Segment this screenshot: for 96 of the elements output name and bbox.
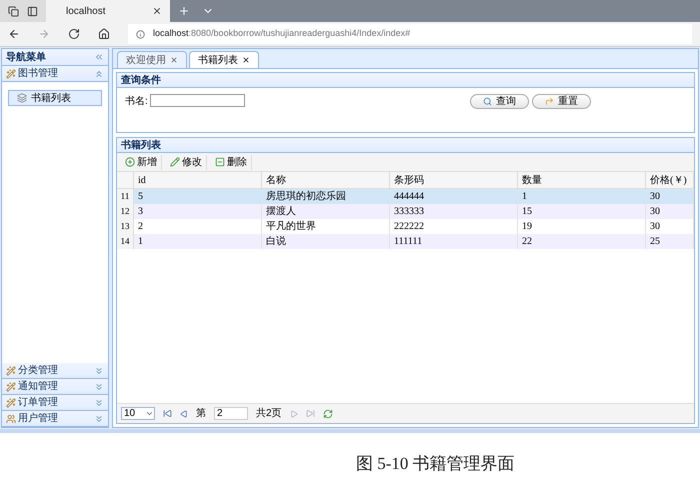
table-row[interactable]: 13 2 平凡的世界 222222 19 30 [117, 219, 694, 234]
expand-icon[interactable] [94, 382, 104, 392]
first-page-icon[interactable] [163, 409, 172, 418]
panel-title: 书籍列表 [121, 138, 161, 152]
page-size-select[interactable]: 10 [121, 407, 155, 420]
toolbar-button[interactable]: 修改 [166, 154, 207, 170]
table-row[interactable]: 12 3 摆渡人 333333 15 30 [117, 204, 694, 219]
table-cell-text: 5 [138, 190, 143, 204]
browser-tab[interactable]: localhost [46, 0, 170, 22]
page-label: 第 [196, 407, 206, 421]
toolbar-button[interactable]: 删除 [211, 154, 252, 170]
column-header[interactable]: id [138, 172, 146, 188]
address-bar[interactable]: localhost:8080/bookborrow/tushujianreaderguashi4/Index/index# [128, 24, 692, 44]
home-icon[interactable] [98, 28, 110, 40]
query-button[interactable]: 查询 [470, 94, 529, 109]
section-title: 分类管理 [18, 366, 59, 376]
table-cell-text: 333333 [394, 205, 424, 219]
table-cell-text: 30 [650, 220, 660, 234]
table-cell-text: 30 [650, 190, 660, 204]
table-cell-text: 111111 [394, 235, 422, 249]
table-cell-text: 3 [138, 205, 143, 219]
refresh-icon[interactable] [68, 28, 80, 40]
column-header[interactable]: 价格(￥) [650, 172, 687, 188]
table-cell-text: 平凡的世界 [266, 220, 316, 234]
section-title: 订单管理 [18, 398, 59, 408]
field-label: 书名: [125, 94, 148, 109]
reset-icon [544, 97, 554, 106]
next-page-icon[interactable] [290, 410, 298, 418]
collapse-icon[interactable] [94, 52, 104, 62]
accordion-header[interactable]: 分类管理 [2, 363, 108, 379]
chevron-down-icon [145, 409, 154, 418]
table-cell-text: 222222 [394, 220, 424, 234]
remove-icon [215, 157, 225, 167]
row-number: 11 [120, 190, 130, 203]
table-cell-text: 2 [138, 220, 143, 234]
figure-caption: 图 5-10 书籍管理界面 [356, 453, 515, 475]
table-row[interactable]: 14 1 白说 111111 22 25 [117, 234, 694, 249]
pencil-icon [170, 157, 180, 167]
collapse-icon[interactable] [94, 68, 104, 78]
wand-icon [6, 68, 16, 78]
column-header[interactable]: 条形码 [394, 172, 424, 188]
accordion-header[interactable]: 通知管理 [2, 379, 108, 395]
section-title: 用户管理 [18, 414, 59, 424]
wand-icon [6, 398, 16, 408]
table-cell-text: 房思琪的初恋乐园 [266, 190, 346, 204]
table-cell-text: 1 [138, 235, 143, 249]
back-icon[interactable] [8, 28, 20, 40]
page-field[interactable]: 2 [214, 407, 248, 420]
sidebar-item[interactable]: 书籍列表 [8, 90, 102, 106]
toolbar-button[interactable]: 新增 [121, 154, 162, 170]
add-icon [125, 157, 135, 167]
info-icon [136, 30, 145, 38]
table-cell-text: 19 [522, 220, 532, 234]
users-icon [6, 414, 16, 424]
table-cell-text: 摆渡人 [266, 204, 296, 219]
search-field[interactable] [150, 94, 245, 107]
table-cell-text: 15 [522, 205, 532, 219]
new-tab-icon[interactable] [178, 5, 190, 17]
table-cell-text: 25 [650, 235, 660, 249]
page-total: 共2页 [256, 406, 282, 421]
table-cell-text: 1 [522, 190, 527, 204]
tab[interactable]: 书籍列表 [189, 51, 259, 68]
panel-title: 查询条件 [121, 74, 161, 88]
row-number: 13 [120, 220, 130, 233]
wand-icon [6, 382, 16, 392]
forward-icon[interactable] [38, 28, 50, 40]
close-icon[interactable] [170, 56, 178, 64]
close-icon[interactable] [242, 56, 250, 64]
last-page-icon[interactable] [306, 409, 315, 418]
wand-icon [6, 366, 16, 376]
table-row[interactable]: 11 5 房思琪的初恋乐园 444444 1 30 [117, 189, 694, 204]
table-cell-text: 30 [650, 205, 660, 219]
expand-icon[interactable] [94, 398, 104, 408]
section-title: 通知管理 [18, 382, 59, 392]
list-icon [17, 93, 27, 103]
previous-page-icon[interactable] [180, 410, 188, 418]
table-cell-text: 444444 [394, 190, 424, 204]
table-cell-text: 22 [522, 235, 532, 249]
accordion-header[interactable]: 订单管理 [2, 395, 108, 411]
row-number: 12 [120, 204, 130, 218]
search-icon [482, 97, 492, 106]
column-header[interactable]: 数量 [522, 172, 542, 188]
expand-icon[interactable] [94, 366, 104, 376]
row-number: 14 [120, 234, 130, 248]
tabs-icon[interactable] [8, 6, 19, 16]
accordion-header[interactable]: 图书管理 [2, 66, 108, 82]
table-cell-text: 白说 [266, 235, 286, 249]
query-button[interactable]: 重置 [532, 94, 591, 109]
tab[interactable]: 欢迎使用 [117, 51, 187, 68]
panel-title: 导航菜单 [6, 50, 47, 64]
close-icon[interactable] [152, 6, 162, 16]
panel-icon[interactable] [27, 6, 38, 16]
section-title: 图书管理 [18, 68, 59, 78]
expand-icon[interactable] [94, 414, 104, 424]
column-header[interactable]: 名称 [266, 172, 286, 188]
accordion-header[interactable]: 用户管理 [2, 411, 108, 427]
